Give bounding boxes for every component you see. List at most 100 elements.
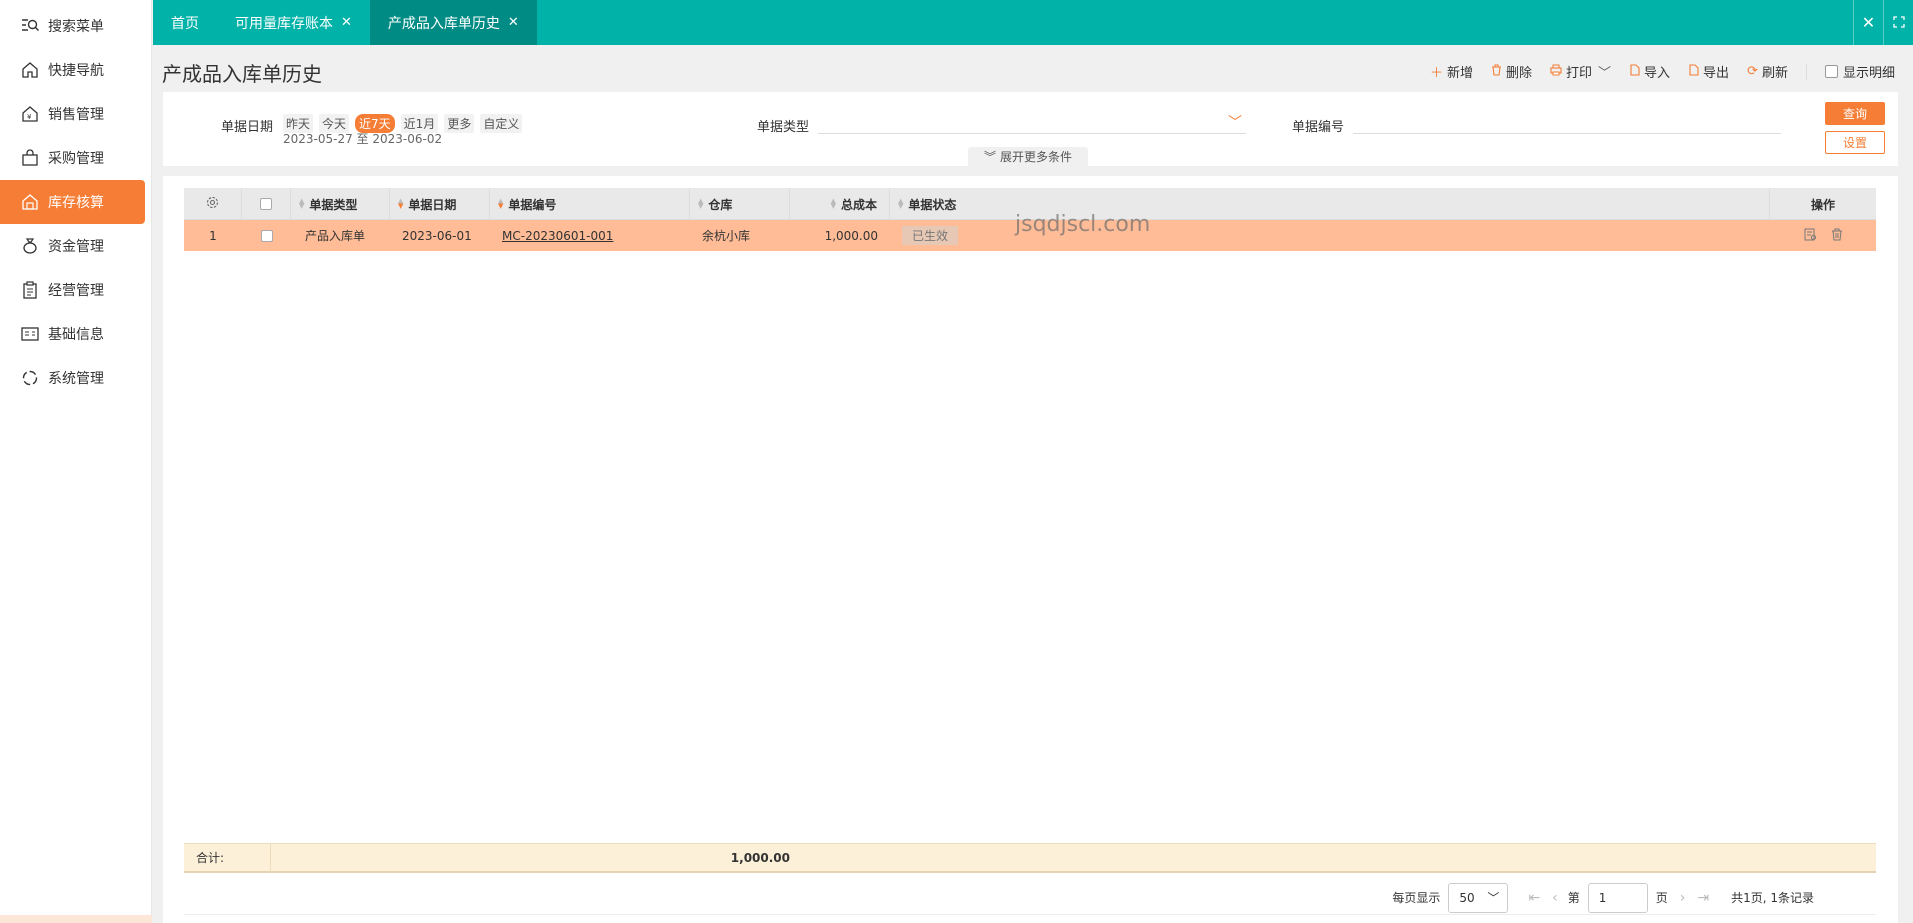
sidebar-item-label: 搜索菜单 bbox=[48, 19, 104, 35]
header-warehouse[interactable]: ▲ ▼ 仓库 bbox=[690, 188, 790, 220]
close-all-tabs-button[interactable]: ✕ bbox=[1853, 0, 1883, 45]
trash-icon bbox=[1491, 63, 1502, 80]
chip-more[interactable]: 更多 bbox=[444, 114, 475, 133]
add-button[interactable]: ＋新增 bbox=[1430, 62, 1473, 81]
chevron-down-icon[interactable]: ﹀ bbox=[1598, 62, 1611, 81]
next-page-icon[interactable]: › bbox=[1680, 890, 1686, 906]
chevron-down-icon: ﹀ bbox=[1487, 891, 1500, 905]
header-label: 操作 bbox=[1810, 197, 1835, 212]
first-page-icon[interactable]: ⇤ bbox=[1528, 890, 1540, 906]
bill-number-link[interactable]: MC-20230601-001 bbox=[502, 229, 613, 243]
per-page-value: 50 bbox=[1459, 890, 1475, 905]
cell-bill-number: MC-20230601-001 bbox=[490, 220, 690, 251]
expand-label: 展开更多条件 bbox=[1000, 150, 1073, 164]
header-bill-type[interactable]: ▲ ▼ 单据类型 bbox=[291, 188, 390, 220]
sidebar-item-inventory[interactable]: 库存核算 bbox=[0, 180, 145, 224]
settings-ring-icon bbox=[20, 368, 40, 388]
tab-home[interactable]: 首页 bbox=[153, 0, 217, 45]
sort-icon: ▲ ▼ bbox=[299, 197, 305, 210]
trash-icon[interactable] bbox=[1831, 228, 1843, 244]
sidebar-item-quick-nav[interactable]: 快捷导航 bbox=[0, 48, 151, 92]
column-settings-button[interactable] bbox=[184, 188, 242, 220]
import-button[interactable]: 导入 bbox=[1629, 62, 1670, 81]
watermark-text: jsqdjscl.com bbox=[1015, 212, 1151, 237]
select-all-checkbox[interactable] bbox=[260, 198, 272, 210]
tab-label: 可用量库存账本 bbox=[235, 15, 333, 32]
refresh-button[interactable]: ⟳ 刷新 bbox=[1747, 62, 1788, 81]
status-badge: 已生效 bbox=[902, 226, 959, 245]
sidebar-item-funds[interactable]: 资金管理 bbox=[0, 224, 151, 268]
printer-icon bbox=[1550, 64, 1562, 80]
sort-icon: ▲ ▼ bbox=[698, 197, 704, 210]
add-label: 新增 bbox=[1446, 66, 1473, 81]
header-bill-date[interactable]: ▲ ▼ 单据日期 bbox=[390, 188, 490, 220]
bill-type-select[interactable]: ﹀ bbox=[818, 112, 1246, 134]
export-button[interactable]: 导出 bbox=[1688, 62, 1729, 81]
per-page-select[interactable]: 50 ﹀ bbox=[1448, 882, 1509, 913]
sidebar-item-system[interactable]: 系统管理 bbox=[0, 356, 151, 400]
sidebar-item-label: 经营管理 bbox=[48, 283, 104, 299]
expand-more-conditions-button[interactable]: ︾ 展开更多条件 bbox=[968, 147, 1088, 166]
show-detail-checkbox[interactable] bbox=[1824, 65, 1838, 78]
prev-page-icon[interactable]: ‹ bbox=[1552, 890, 1558, 906]
tab-label: 产成品入库单历史 bbox=[387, 15, 500, 32]
per-page-label: 每页显示 bbox=[1392, 891, 1441, 905]
close-icon[interactable]: ✕ bbox=[341, 15, 352, 30]
print-button[interactable]: 打印 ﹀ bbox=[1550, 62, 1611, 81]
header-bill-number[interactable]: ▲ ▼ 单据编号 bbox=[490, 188, 690, 220]
gear-icon bbox=[206, 196, 219, 212]
refresh-label: 刷新 bbox=[1761, 66, 1788, 81]
edit-icon[interactable] bbox=[1804, 228, 1817, 244]
page-number-value: 1 bbox=[1598, 890, 1607, 905]
row-select-cell bbox=[242, 220, 291, 251]
cell-actions bbox=[1770, 220, 1876, 251]
cell-warehouse: 余杭小库 bbox=[702, 229, 751, 243]
sidebar-item-search-menu[interactable]: 搜索菜单 bbox=[0, 4, 151, 48]
sidebar-item-label: 销售管理 bbox=[48, 107, 104, 123]
home-icon bbox=[20, 60, 40, 80]
pager-summary: 共1页, 1条记录 bbox=[1731, 891, 1814, 905]
delete-label: 删除 bbox=[1505, 66, 1532, 81]
double-chevron-down-icon: ︾ bbox=[983, 150, 996, 164]
sidebar-item-purchase[interactable]: 采购管理 bbox=[0, 136, 151, 180]
plus-icon: ＋ bbox=[1429, 66, 1443, 81]
tab-available-inventory[interactable]: 可用量库存账本 ✕ bbox=[217, 0, 370, 45]
header-total-cost[interactable]: ▲ ▼ 总成本 bbox=[790, 188, 890, 220]
chip-custom[interactable]: 自定义 bbox=[480, 114, 523, 133]
data-grid: ▲ ▼ 单据类型 ▲ ▼ 单据日期 ▲ ▼ 单据编号 ▲ ▼ 仓库 ▲ ▼ 总成本 ▲ ▼ … bbox=[163, 176, 1898, 923]
show-detail-label: 显示明细 bbox=[1842, 66, 1895, 81]
sidebar-item-label: 资金管理 bbox=[48, 239, 104, 255]
filter-panel: 单据日期 昨天 今天 近7天 近1月 更多 自定义 2023-05-27 至 2… bbox=[163, 92, 1898, 166]
header-label: 单据编号 bbox=[508, 197, 557, 212]
print-label: 打印 bbox=[1566, 66, 1593, 81]
row-checkbox[interactable] bbox=[260, 229, 273, 242]
close-icon[interactable]: ✕ bbox=[508, 15, 519, 30]
sidebar-item-label: 采购管理 bbox=[48, 151, 104, 167]
money-bag-icon bbox=[20, 236, 40, 256]
fullscreen-button[interactable] bbox=[1883, 0, 1913, 45]
sidebar-item-operations[interactable]: 经营管理 bbox=[0, 268, 151, 312]
page-number-input[interactable]: 1 bbox=[1587, 882, 1648, 913]
close-icon: ✕ bbox=[1861, 13, 1876, 32]
last-page-icon[interactable]: ⇥ bbox=[1697, 890, 1709, 906]
header-label: 总成本 bbox=[840, 197, 877, 212]
bill-type-label: 单据类型 bbox=[757, 120, 810, 135]
sidebar-item-basic-info[interactable]: 基础信息 bbox=[0, 312, 151, 356]
header-actions: 操作 bbox=[1770, 188, 1876, 220]
settings-button[interactable]: 设置 bbox=[1825, 131, 1885, 154]
sidebar-footer-strip bbox=[0, 915, 152, 923]
bag-icon bbox=[20, 148, 40, 168]
delete-button[interactable]: 删除 bbox=[1491, 62, 1532, 81]
query-button[interactable]: 查询 bbox=[1825, 102, 1885, 125]
bill-number-input[interactable] bbox=[1353, 112, 1781, 134]
cell-total-cost: 1,000.00 bbox=[824, 228, 878, 243]
sidebar-item-sales[interactable]: ¥ 销售管理 bbox=[0, 92, 151, 136]
date-range-text[interactable]: 2023-05-27 至 2023-06-02 bbox=[283, 130, 442, 147]
fullscreen-icon bbox=[1892, 13, 1905, 32]
pagination: 每页显示 50 ﹀ ⇤ ‹ 第 1 页 › ⇥ 共1页, 1条记录 bbox=[184, 881, 1876, 915]
page-prefix: 第 bbox=[1567, 891, 1580, 905]
show-detail-toggle[interactable]: 显示明细 bbox=[1824, 62, 1895, 81]
tab-finished-goods-history[interactable]: 产成品入库单历史 ✕ bbox=[369, 0, 537, 45]
sales-icon: ¥ bbox=[20, 104, 40, 124]
search-menu-icon bbox=[20, 16, 40, 36]
